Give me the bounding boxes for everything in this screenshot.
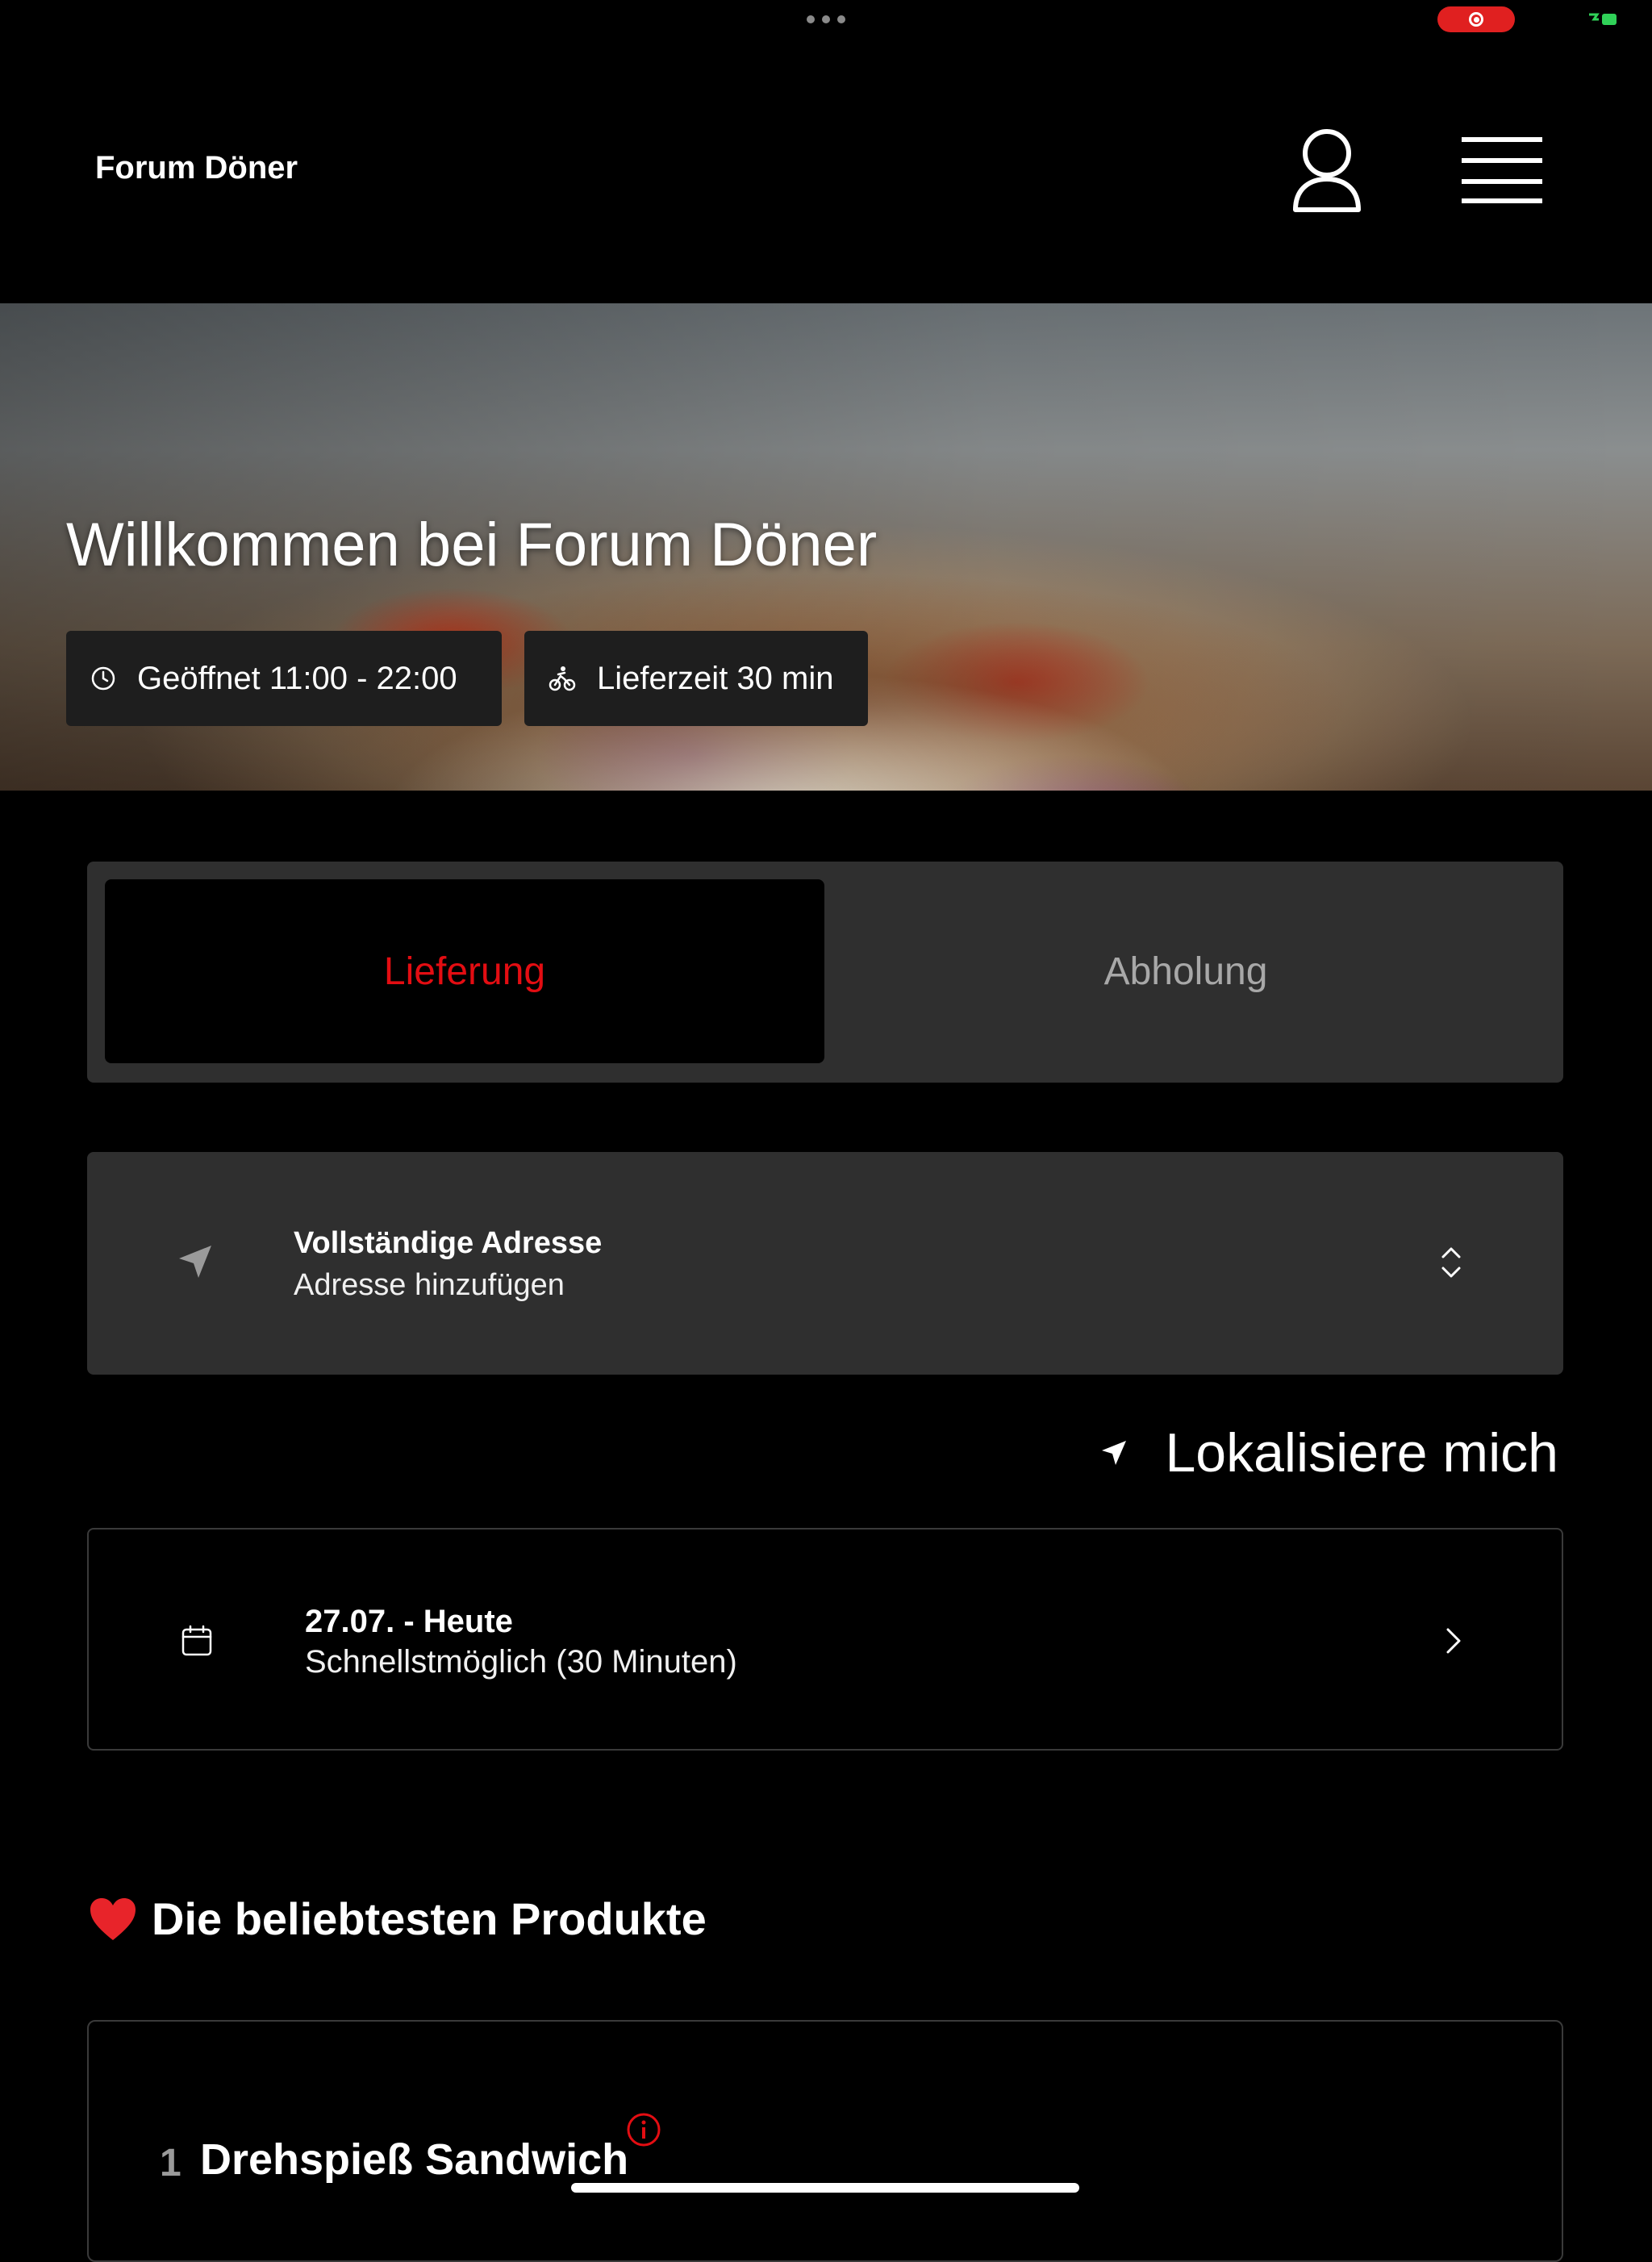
popular-products-title: Die beliebtesten Produkte	[152, 1893, 707, 1944]
delivery-time-text: Lieferzeit 30 min	[597, 660, 834, 696]
hero-title: Willkommen bei Forum Döner	[66, 511, 878, 579]
heart-icon	[90, 1897, 136, 1940]
hero-banner: Willkommen bei Forum Döner Geöffnet 11:0…	[0, 303, 1652, 791]
chevron-up-down-icon	[1441, 1247, 1461, 1278]
record-icon	[1469, 12, 1483, 27]
location-arrow-icon	[179, 1246, 211, 1278]
home-indicator[interactable]	[571, 2183, 1079, 2193]
info-icon[interactable]	[626, 2112, 661, 2147]
opening-hours-text: Geöffnet 11:00 - 22:00	[137, 660, 457, 696]
bike-icon	[549, 666, 576, 691]
product-name: Drehspieß Sandwich	[200, 2135, 629, 2184]
address-selector[interactable]: Vollständige Adresse Adresse hinzufügen	[87, 1152, 1563, 1375]
battery-icon	[1589, 13, 1617, 25]
product-card[interactable]: 1 Drehspieß Sandwich	[87, 2020, 1563, 2262]
delivery-time-chip: Lieferzeit 30 min	[524, 631, 868, 726]
brand-name[interactable]: Forum Döner	[95, 150, 298, 186]
locate-me-button[interactable]: Lokalisiere mich	[1100, 1421, 1558, 1484]
delivery-schedule-selector[interactable]: 27.07. - Heute Schnellstmöglich (30 Minu…	[87, 1528, 1563, 1751]
pickup-tab[interactable]: Abholung	[826, 879, 1546, 1063]
chevron-right-icon	[1446, 1628, 1461, 1654]
delivery-tab[interactable]: Lieferung	[105, 879, 824, 1063]
address-label: Vollständige Adresse	[294, 1226, 603, 1260]
locate-me-label: Lokalisiere mich	[1165, 1422, 1558, 1484]
location-arrow-icon	[1102, 1441, 1127, 1465]
account-icon[interactable]	[1291, 126, 1363, 215]
clock-icon	[91, 666, 115, 691]
opening-hours-chip: Geöffnet 11:00 - 22:00	[66, 631, 502, 726]
product-number: 1	[160, 2142, 181, 2185]
hamburger-menu-icon[interactable]	[1462, 136, 1542, 205]
calendar-icon	[181, 1625, 212, 1656]
schedule-date: 27.07. - Heute	[305, 1604, 513, 1639]
order-mode-toggle: Lieferung Abholung	[87, 862, 1563, 1083]
multitasking-dots[interactable]	[807, 13, 845, 26]
popular-products-heading: Die beliebtesten Produkte	[89, 1893, 707, 1945]
schedule-time: Schnellstmöglich (30 Minuten)	[305, 1644, 737, 1680]
address-value: Adresse hinzufügen	[294, 1268, 565, 1302]
screen-recording-indicator	[1437, 6, 1515, 32]
